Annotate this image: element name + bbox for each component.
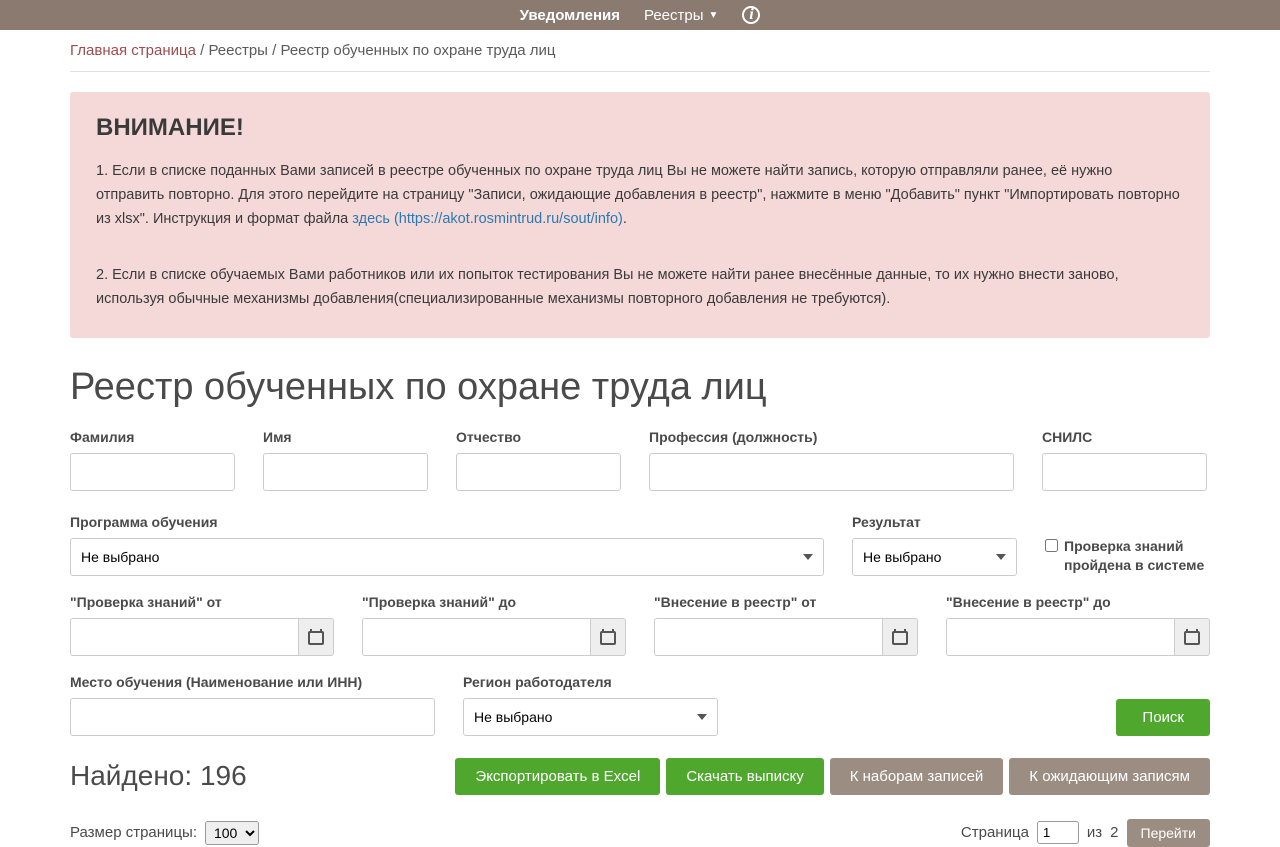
label-firstname: Имя <box>263 429 428 445</box>
attention-alert: ВНИМАНИЕ! 1. Если в списке поданных Вами… <box>70 92 1210 338</box>
breadcrumb-current: Реестр обученных по охране труда лиц <box>280 42 555 59</box>
breadcrumb-home[interactable]: Главная страница <box>70 42 196 59</box>
export-excel-button[interactable]: Экспортировать в Excel <box>455 758 660 795</box>
input-entry-to[interactable] <box>946 618 1174 656</box>
label-result: Результат <box>852 514 1017 530</box>
label-lastname: Фамилия <box>70 429 235 445</box>
input-firstname[interactable] <box>263 453 428 491</box>
select-region[interactable]: Не выбрано <box>463 698 718 736</box>
to-pending-button[interactable]: К ожидающим записям <box>1009 758 1210 795</box>
label-region: Регион работодателя <box>463 674 718 690</box>
label-place: Место обучения (Наименование или ИНН) <box>70 674 435 690</box>
label-snils: СНИЛС <box>1042 429 1207 445</box>
to-record-sets-button[interactable]: К наборам записей <box>830 758 1004 795</box>
select-program[interactable]: Не выбрано <box>70 538 824 576</box>
breadcrumb-registries: Реестры <box>208 42 268 59</box>
alert-paragraph-1: 1. Если в списке поданных Вами записей в… <box>96 160 1184 232</box>
nav-registries[interactable]: Реестры ▼ <box>632 7 730 24</box>
input-check-to[interactable] <box>362 618 590 656</box>
calendar-button-entry-to[interactable] <box>1174 618 1210 656</box>
input-profession[interactable] <box>649 453 1014 491</box>
input-entry-from[interactable] <box>654 618 882 656</box>
label-check-to: "Проверка знаний" до <box>362 594 626 610</box>
alert-paragraph-2: 2. Если в списке обучаемых Вами работник… <box>96 264 1184 312</box>
info-icon: i <box>742 6 760 24</box>
found-count: Найдено: 196 <box>70 760 247 792</box>
calendar-icon <box>892 629 908 645</box>
label-entry-from: "Внесение в реестр" от <box>654 594 918 610</box>
page-size-control: Размер страницы: 100 <box>70 821 259 845</box>
checkbox-check-in-system[interactable] <box>1045 539 1058 552</box>
label-program: Программа обучения <box>70 514 824 530</box>
calendar-button-check-to[interactable] <box>590 618 626 656</box>
input-snils[interactable] <box>1042 453 1207 491</box>
calendar-icon <box>1184 629 1200 645</box>
label-patronymic: Отчество <box>456 429 621 445</box>
page-label: Страница <box>961 824 1029 841</box>
page-current-input[interactable] <box>1037 821 1079 844</box>
page-title: Реестр обученных по охране труда лиц <box>70 366 1210 409</box>
download-extract-button[interactable]: Скачать выписку <box>666 758 823 795</box>
input-check-from[interactable] <box>70 618 298 656</box>
calendar-button-check-from[interactable] <box>298 618 334 656</box>
input-patronymic[interactable] <box>456 453 621 491</box>
nav-notifications[interactable]: Уведомления <box>508 7 632 24</box>
label-check-from: "Проверка знаний" от <box>70 594 334 610</box>
page-size-select[interactable]: 100 <box>205 821 259 845</box>
nav-info[interactable]: i <box>730 6 772 24</box>
page-size-label: Размер страницы: <box>70 824 197 841</box>
input-lastname[interactable] <box>70 453 235 491</box>
page-navigation: Страница из 2 Перейти <box>961 819 1210 847</box>
alert-link[interactable]: здесь (https://akot.rosmintrud.ru/sout/i… <box>352 211 623 227</box>
label-check-in-system: Проверка знаний пройдена в системе <box>1064 537 1210 576</box>
calendar-button-entry-from[interactable] <box>882 618 918 656</box>
page-total: 2 <box>1110 824 1118 841</box>
breadcrumb: Главная страница / Реестры / Реестр обуч… <box>70 30 1210 72</box>
alert-title: ВНИМАНИЕ! <box>96 114 1184 142</box>
chevron-down-icon: ▼ <box>709 10 719 21</box>
nav-registries-label: Реестры <box>644 7 704 24</box>
search-button[interactable]: Поиск <box>1116 699 1210 736</box>
calendar-icon <box>308 629 324 645</box>
select-result[interactable]: Не выбрано <box>852 538 1017 576</box>
calendar-icon <box>600 629 616 645</box>
label-profession: Профессия (должность) <box>649 429 1014 445</box>
label-entry-to: "Внесение в реестр" до <box>946 594 1210 610</box>
top-navbar: Уведомления Реестры ▼ i <box>0 0 1280 30</box>
input-place[interactable] <box>70 698 435 736</box>
go-button[interactable]: Перейти <box>1127 819 1210 847</box>
